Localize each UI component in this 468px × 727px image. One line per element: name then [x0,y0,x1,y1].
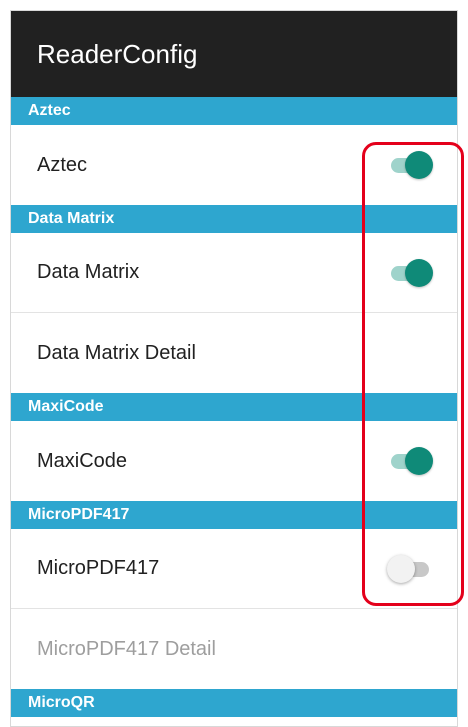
setting-label-aztec: Aztec [37,153,88,176]
setting-row-data-matrix-detail[interactable]: Data Matrix Detail [11,313,457,393]
app-bar: ReaderConfig [11,11,457,97]
maxicode-toggle-switch[interactable] [387,447,433,475]
setting-label-micropdf417: MicroPDF417 [37,557,160,579]
section-header-maxicode: MaxiCode [11,393,457,421]
data-matrix-toggle-switch[interactable] [387,258,433,287]
aztec-toggle-switch[interactable] [387,151,433,179]
setting-row-micropdf417-detail: MicroPDF417 Detail [11,609,457,689]
setting-label-micropdf417-detail: MicroPDF417 Detail [37,637,216,660]
setting-label-data-matrix: Data Matrix [37,261,140,283]
phone-screen: ReaderConfig Aztec Aztec Data Matrix Dat… [10,10,458,727]
setting-label-data-matrix-detail: Data Matrix Detail [37,341,196,364]
setting-row-aztec[interactable]: Aztec [11,125,457,205]
app-title: ReaderConfig [37,38,198,69]
switch-thumb [405,258,433,287]
section-header-aztec: Aztec [11,97,457,125]
switch-thumb [387,554,415,583]
switch-thumb [405,151,433,179]
setting-row-micropdf417[interactable]: MicroPDF417 [11,529,457,609]
switch-thumb [405,447,433,475]
setting-row-data-matrix[interactable]: Data Matrix [11,233,457,313]
section-header-microqr: MicroQR [11,689,457,717]
section-header-data-matrix: Data Matrix [11,205,457,233]
micropdf417-toggle-switch[interactable] [387,554,433,583]
setting-row-maxicode[interactable]: MaxiCode [11,421,457,501]
section-header-micropdf417: MicroPDF417 [11,501,457,529]
setting-label-maxicode: MaxiCode [37,449,128,472]
